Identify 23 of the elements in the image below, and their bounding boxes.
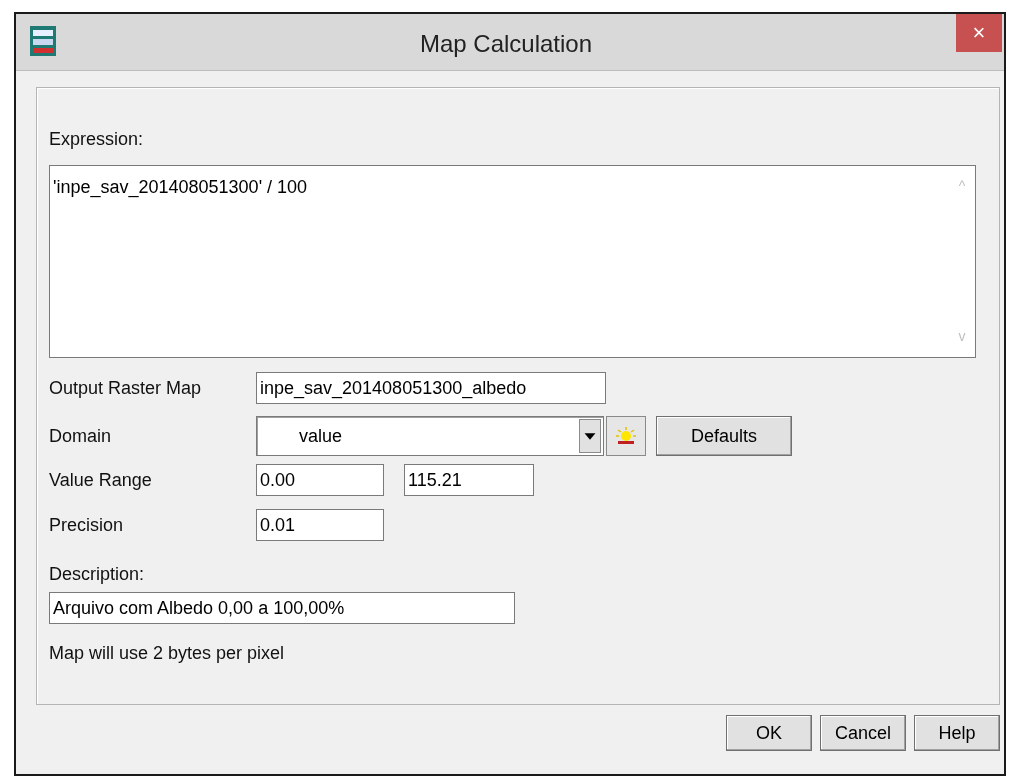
field-label: Output Raster Map bbox=[49, 376, 203, 400]
range-min-field[interactable]: 0.00 bbox=[256, 464, 384, 496]
field-label: Description: bbox=[49, 564, 145, 584]
app-logo-icon bbox=[30, 26, 56, 56]
field-label: Expression: bbox=[49, 128, 145, 151]
field-label: Value Range bbox=[49, 468, 153, 492]
output-map-field[interactable]: inpe_sav_201408051300_albedo bbox=[256, 372, 606, 404]
range-max-field[interactable]: 115.21 bbox=[404, 464, 534, 496]
create-domain-button[interactable] bbox=[606, 416, 646, 456]
dialog-button[interactable]: OK bbox=[726, 715, 812, 751]
precision-field[interactable]: 0.01 bbox=[256, 509, 384, 541]
expression-text: 'inpe_sav_201408051300' / 100 bbox=[52, 176, 309, 200]
dialog-button[interactable]: Help bbox=[914, 715, 1000, 751]
defaults-button[interactable]: Defaults bbox=[656, 416, 792, 456]
field-label: Precision bbox=[49, 513, 125, 537]
sun-icon bbox=[615, 426, 637, 446]
field-label: Domain bbox=[49, 424, 113, 448]
window-title: Map Calculation bbox=[418, 29, 594, 59]
close-button[interactable]: × bbox=[956, 14, 1002, 52]
description-field[interactable]: Arquivo com Albedo 0,00 a 100,00% bbox=[49, 592, 515, 624]
domain-dropdown[interactable]: value bbox=[256, 416, 604, 456]
dialog-button[interactable]: Cancel bbox=[820, 715, 906, 751]
info-text: Map will use 2 bytes per pixel bbox=[49, 642, 286, 665]
